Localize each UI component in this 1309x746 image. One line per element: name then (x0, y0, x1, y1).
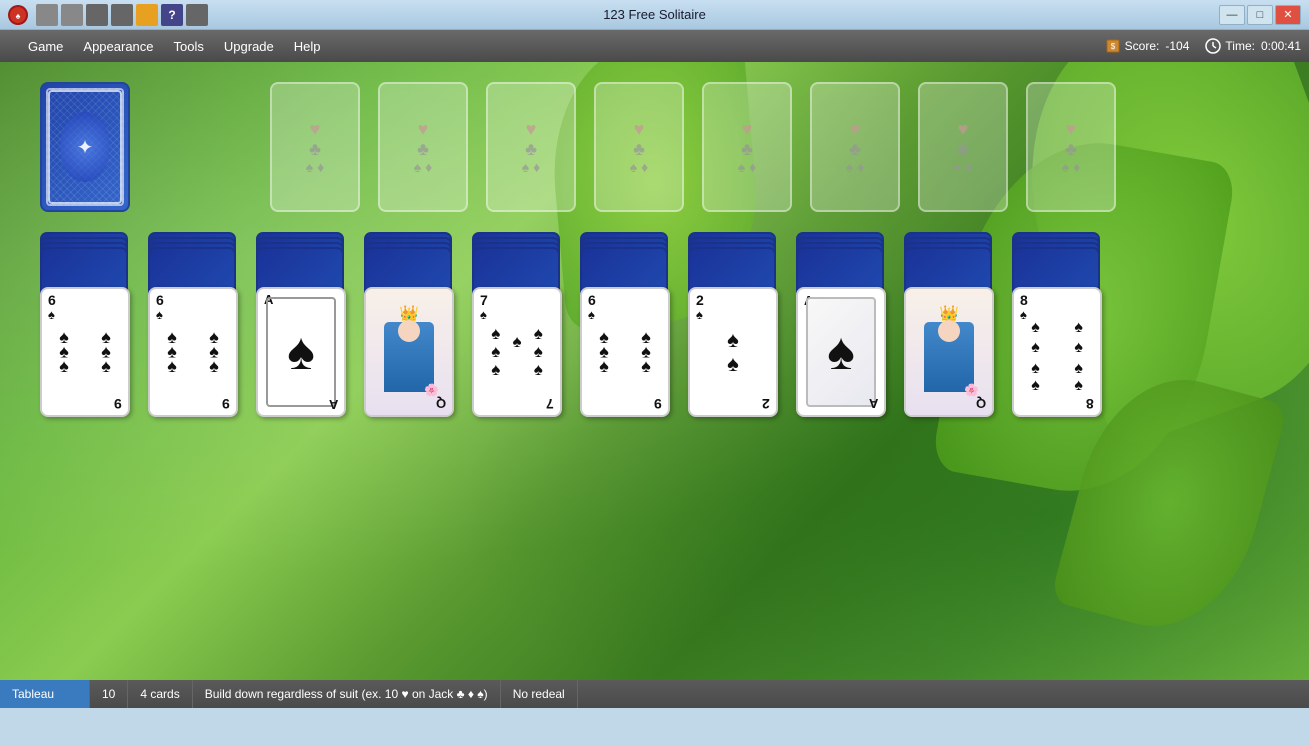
pile-1-top-card[interactable]: 6 ♠ ♠ ♠ ♠ ♠ ♠ ♠ 9 (40, 287, 130, 417)
close-button[interactable]: ✕ (1275, 5, 1301, 25)
tableau-pile-7: 2 ♠ ♠ ♠ 2 (688, 232, 778, 417)
menu-appearance[interactable]: Appearance (73, 35, 163, 58)
titlebar: ♠ ? 123 Free Solitaire — □ ✕ (0, 0, 1309, 30)
pile-5-stack: 7 ♠ ♠ ♠ ♠ ♠ ♠ ♠ ♠ 7 (472, 232, 562, 417)
stock-card-back[interactable]: ✦ (40, 82, 130, 212)
maximize-button[interactable]: □ (1247, 5, 1273, 25)
menu-game[interactable]: Game (18, 35, 73, 58)
status-rule-text: Build down regardless of suit (ex. 10 ♥ … (205, 687, 488, 701)
foundation-symbol-5: ♥ ♣ ♠ ♦ (738, 120, 756, 174)
pile-6-top-card[interactable]: 6 ♠ ♠ ♠ ♠ ♠ ♠ ♠ 9 (580, 287, 670, 417)
pile-4-stack: Q ♠ 👑 🌸 (364, 232, 454, 417)
menu-tools[interactable]: Tools (164, 35, 214, 58)
app-icon: ♠ (8, 5, 28, 25)
time-value: 0:00:41 (1261, 39, 1301, 53)
svg-text:♠: ♠ (16, 11, 21, 21)
pile-3-stack: A ♠ A (256, 232, 346, 417)
foundation-symbol-6: ♥ ♣ ♠ ♦ (846, 120, 864, 174)
minimize-button[interactable]: — (1219, 5, 1245, 25)
extra-icon[interactable] (186, 4, 208, 26)
pile-8-top-card[interactable]: A ♠ A (796, 287, 886, 417)
foundation-symbol-3: ♥ ♣ ♠ ♦ (522, 120, 540, 174)
pile-7-stack: 2 ♠ ♠ ♠ 2 (688, 232, 778, 417)
titlebar-left: ♠ ? (8, 4, 208, 26)
status-mode: Tableau (0, 680, 90, 708)
status-cards: 4 cards (128, 680, 192, 708)
menu-upgrade[interactable]: Upgrade (214, 35, 284, 58)
refresh-icon[interactable] (86, 4, 108, 26)
back-icon[interactable] (36, 4, 58, 26)
forward-icon[interactable] (61, 4, 83, 26)
time-display: Time: 0:00:41 (1205, 38, 1301, 54)
foundation-symbol-1: ♥ ♣ ♠ ♦ (306, 120, 324, 174)
menu-help[interactable]: Help (284, 35, 331, 58)
status-count-value: 10 (102, 687, 115, 701)
pile-5-top-card[interactable]: 7 ♠ ♠ ♠ ♠ ♠ ♠ ♠ ♠ 7 (472, 287, 562, 417)
status-redeal-label: No redeal (513, 687, 565, 701)
pile-10-top-card[interactable]: 8 ♠ ♠ ♠ ♠ ♠ ♠ ♠ ♠ ♠ 8 (1012, 287, 1102, 417)
menubar: Game Appearance Tools Upgrade Help (18, 35, 331, 58)
titlebar-controls: — □ ✕ (1219, 5, 1301, 25)
foundation-symbol-4: ♥ ♣ ♠ ♦ (630, 120, 648, 174)
score-value: -104 (1165, 39, 1189, 53)
svg-text:$: $ (1110, 42, 1115, 51)
pile-8-stack: A ♠ A (796, 232, 886, 417)
pile-7-top-card[interactable]: 2 ♠ ♠ ♠ 2 (688, 287, 778, 417)
tableau-pile-10: 8 ♠ ♠ ♠ ♠ ♠ ♠ ♠ ♠ ♠ 8 (1012, 232, 1102, 417)
status-mode-label: Tableau (12, 687, 54, 701)
clock-icon (1205, 38, 1221, 54)
statusbar: Tableau 10 4 cards Build down regardless… (0, 680, 1309, 708)
tableau-pile-8: A ♠ A (796, 232, 886, 417)
tableau-pile-5: 7 ♠ ♠ ♠ ♠ ♠ ♠ ♠ ♠ 7 (472, 232, 562, 417)
foundation-slot-6[interactable]: ♥ ♣ ♠ ♦ (810, 82, 900, 212)
titlebar-title: 123 Free Solitaire (603, 7, 706, 22)
foundation-symbol-7: ♥ ♣ ♠ ♦ (954, 120, 972, 174)
pile-2-stack: 6 ♠ ♠ ♠ ♠ ♠ ♠ ♠ 9 (148, 232, 238, 417)
pile-9-top-card[interactable]: Q ♠ 👑 🌸 Q (904, 287, 994, 417)
status-count: 10 (90, 680, 128, 708)
foundation-slot-5[interactable]: ♥ ♣ ♠ ♦ (702, 82, 792, 212)
tableau-pile-2: 6 ♠ ♠ ♠ ♠ ♠ ♠ ♠ 9 (148, 232, 238, 417)
hint-icon[interactable] (136, 4, 158, 26)
status-redeal: No redeal (501, 680, 578, 708)
tableau-pile-6: 6 ♠ ♠ ♠ ♠ ♠ ♠ ♠ 9 (580, 232, 670, 417)
pile-4-top-card[interactable]: Q ♠ 👑 🌸 (364, 287, 454, 417)
foundation-slot-3[interactable]: ♥ ♣ ♠ ♦ (486, 82, 576, 212)
tableau-pile-3: A ♠ A (256, 232, 346, 417)
stock-pile[interactable]: ✦ (40, 82, 130, 212)
toolbar: Game Appearance Tools Upgrade Help $ Sco… (0, 30, 1309, 62)
pile-1-stack: 6 ♠ ♠ ♠ ♠ ♠ ♠ ♠ 9 (40, 232, 130, 417)
score-label: Score: (1125, 39, 1160, 53)
score-display: $ Score: -104 (1105, 38, 1190, 54)
tableau-pile-9: Q ♠ 👑 🌸 Q (904, 232, 994, 417)
foundation-slot-1[interactable]: ♥ ♣ ♠ ♦ (270, 82, 360, 212)
foundation-area: ♥ ♣ ♠ ♦ ♥ ♣ ♠ ♦ ♥ ♣ ♠ ♦ ♥ ♣ (270, 82, 1116, 212)
redo-icon[interactable] (111, 4, 133, 26)
foundation-slot-7[interactable]: ♥ ♣ ♠ ♦ (918, 82, 1008, 212)
foundation-symbol-8: ♥ ♣ ♠ ♦ (1062, 120, 1080, 174)
toolbar-right: $ Score: -104 Time: 0:00:41 (1105, 38, 1301, 54)
pile-6-stack: 6 ♠ ♠ ♠ ♠ ♠ ♠ ♠ 9 (580, 232, 670, 417)
pile-10-stack: 8 ♠ ♠ ♠ ♠ ♠ ♠ ♠ ♠ ♠ 8 (1012, 232, 1102, 417)
foundation-slot-2[interactable]: ♥ ♣ ♠ ♦ (378, 82, 468, 212)
help-icon[interactable]: ? (161, 4, 183, 26)
tableau-area: 6 ♠ ♠ ♠ ♠ ♠ ♠ ♠ 9 (40, 232, 1102, 417)
tableau-pile-1: 6 ♠ ♠ ♠ ♠ ♠ ♠ ♠ 9 (40, 232, 130, 417)
status-cards-label: 4 cards (140, 687, 179, 701)
foundation-slot-8[interactable]: ♥ ♣ ♠ ♦ (1026, 82, 1116, 212)
foundation-slot-4[interactable]: ♥ ♣ ♠ ♦ (594, 82, 684, 212)
pile-9-stack: Q ♠ 👑 🌸 Q (904, 232, 994, 417)
time-label: Time: (1225, 39, 1255, 53)
tableau-pile-4: Q ♠ 👑 🌸 (364, 232, 454, 417)
foundation-symbol-2: ♥ ♣ ♠ ♦ (414, 120, 432, 174)
status-rule: Build down regardless of suit (ex. 10 ♥ … (193, 680, 501, 708)
pile-2-top-card[interactable]: 6 ♠ ♠ ♠ ♠ ♠ ♠ ♠ 9 (148, 287, 238, 417)
pile-3-top-card[interactable]: A ♠ A (256, 287, 346, 417)
score-icon: $ (1105, 38, 1121, 54)
game-area: ✦ ♥ ♣ ♠ ♦ ♥ ♣ ♠ ♦ ♥ (0, 62, 1309, 708)
